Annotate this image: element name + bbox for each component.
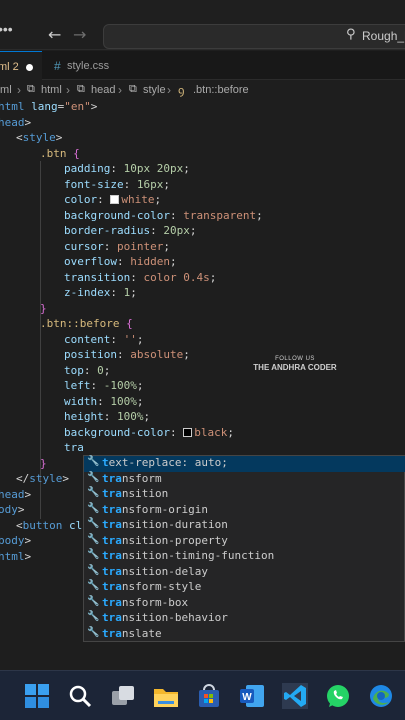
code-line: left: -100%; [64, 379, 144, 392]
code-line: ody> [0, 503, 25, 516]
code-line: width: 100%; [64, 394, 144, 408]
arrow-right-icon[interactable]: → [73, 25, 86, 44]
wrench-icon: 🔧 [87, 549, 100, 560]
selector-icon: ꝯ [178, 85, 185, 97]
code-line: position: absolute; [64, 348, 190, 361]
suggestion-item[interactable]: 🔧 transition-timing-function [84, 549, 405, 565]
code-line: z-index: 1; [64, 286, 137, 299]
css-file-icon: # [54, 59, 61, 73]
search-icon: ⚲ [346, 27, 356, 42]
code-line: background-color: black; [64, 425, 234, 439]
wrench-icon: 🔧 [87, 564, 100, 576]
command-center-search[interactable]: ⚲ Rough_F [103, 24, 405, 49]
watermark-line1: FOLLOW US [275, 356, 315, 362]
code-line: html lang="en"> [0, 100, 98, 113]
code-line: } [40, 301, 47, 315]
vscode-icon[interactable] [278, 679, 312, 716]
suggestion-item[interactable]: 🔧 transition [84, 487, 405, 503]
code-line: top: 0; [64, 363, 111, 377]
code-line: head> [0, 115, 32, 129]
whatsapp-icon[interactable] [325, 683, 351, 709]
wrench-icon: 🔧 [87, 518, 100, 529]
wrench-icon: 🔧 [87, 580, 100, 591]
wrench-icon: 🔧 [87, 533, 100, 545]
code-line: background-color: transparent; [64, 208, 263, 222]
suggestion-item[interactable]: 🔧 transition-behavior [84, 611, 405, 627]
wrench-icon: 🔧 [87, 456, 100, 467]
suggestion-item[interactable]: 🔧 transition-duration [84, 518, 405, 534]
menu-icon[interactable]: ••• [0, 21, 13, 37]
unsaved-dot-icon[interactable] [26, 64, 33, 71]
element-icon: ⧉ [27, 83, 35, 95]
suggestion-item[interactable]: 🔧 transform-style [84, 580, 405, 596]
breadcrumb-html[interactable]: html [41, 84, 62, 96]
suggestion-item[interactable]: 🔧 transition-delay [84, 565, 405, 581]
watermark: FOLLOW US THE ANDHRA CODER [250, 356, 340, 372]
wrench-icon: 🔧 [87, 471, 100, 483]
breadcrumb-style[interactable]: style [143, 84, 166, 96]
watermark-line2: THE ANDHRA CODER [253, 363, 337, 372]
breadcrumb-file[interactable]: tml [0, 84, 12, 96]
color-swatch-black[interactable] [183, 427, 193, 437]
tab-label: ml 2 [0, 61, 19, 73]
element-icon: ⧉ [77, 83, 85, 95]
code-line: height: 100%; [64, 410, 151, 423]
code-line: border-radius: 20px; [64, 224, 197, 237]
search-icon[interactable] [67, 683, 93, 709]
svg-text:W: W [242, 692, 252, 703]
code-line: head> [0, 487, 32, 501]
breadcrumb-head[interactable]: head [91, 84, 115, 96]
chevron-right-icon: › [118, 83, 122, 97]
code-line: } [40, 456, 47, 470]
autocomplete-popup: 🔧 text-replace: auto; 🔧 transform 🔧 transit… [83, 455, 405, 642]
wrench-icon: 🔧 [87, 611, 100, 622]
code-line: cursor: pointer; [64, 239, 170, 253]
title-bar: ••• ← → ⚲ Rough_F [0, 0, 405, 50]
chevron-right-icon: › [66, 83, 70, 97]
tab-style-css[interactable]: # style.css [44, 51, 124, 80]
code-line: color: white; [64, 193, 162, 206]
tab-html[interactable]: ml 2 [0, 51, 42, 80]
file-explorer-icon[interactable] [153, 683, 179, 709]
code-line: <style> [16, 131, 63, 144]
suggestion-item[interactable]: 🔧 transition-property [84, 534, 405, 550]
color-swatch-white[interactable] [110, 195, 120, 204]
tab-label: style.css [67, 60, 110, 72]
code-line-current[interactable]: tra [64, 440, 84, 456]
editor-tabs: ml 2 # style.css [0, 51, 405, 80]
code-line: </style> [16, 472, 69, 485]
search-text: Rough_F [362, 29, 405, 43]
code-line: body> [0, 534, 32, 547]
suggestion-item[interactable]: 🔧 text-replace: auto; [84, 456, 405, 472]
wrench-icon: 🔧 [87, 502, 100, 514]
suggestion-item[interactable]: 🔧 translate [84, 627, 405, 643]
code-line: <button cla [16, 518, 89, 532]
code-line: html> [0, 549, 32, 563]
code-line: overflow: hidden; [64, 255, 177, 268]
wrench-icon: 🔧 [87, 487, 100, 498]
word-icon[interactable]: W [239, 683, 265, 709]
suggestion-item[interactable]: 🔧 transform-origin [84, 503, 405, 519]
code-line: padding: 10px 20px; [64, 162, 190, 175]
code-line: .btn { [40, 146, 80, 160]
wrench-icon: 🔧 [87, 626, 100, 638]
code-line: transition: color 0.4s; [64, 270, 217, 284]
code-line: font-size: 16px; [64, 177, 170, 191]
arrow-left-icon[interactable]: ← [48, 25, 61, 44]
taskbar: W [0, 670, 405, 720]
code-line: content: ''; [64, 332, 144, 346]
element-icon: ⧉ [129, 83, 137, 95]
windows-start-icon[interactable] [24, 683, 50, 709]
task-view-icon[interactable] [110, 683, 136, 709]
chevron-right-icon: › [17, 83, 21, 97]
edge-icon[interactable] [368, 683, 394, 709]
code-line: .btn::before { [40, 317, 133, 330]
wrench-icon: 🔧 [87, 595, 100, 607]
chevron-right-icon: › [167, 83, 171, 97]
suggestion-item[interactable]: 🔧 transform-box [84, 596, 405, 612]
microsoft-store-icon[interactable] [196, 683, 222, 709]
breadcrumb-selector[interactable]: .btn::before [193, 84, 249, 96]
suggestion-item[interactable]: 🔧 transform [84, 472, 405, 488]
